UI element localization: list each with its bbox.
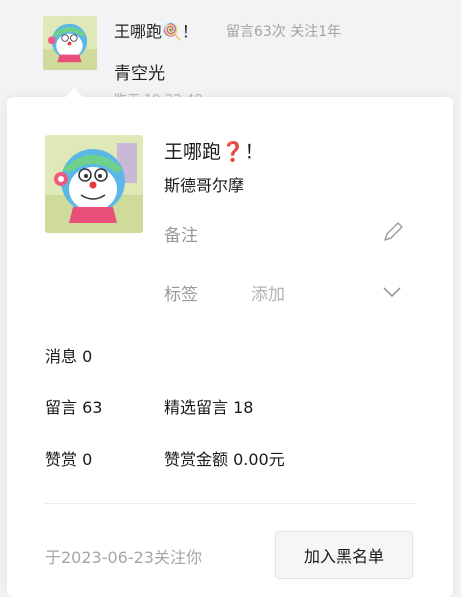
stat-featured-comments: 精选留言 18 — [164, 398, 254, 417]
remark-label: 备注 — [164, 226, 198, 246]
commenter-meta: 留言63次 关注1年 — [226, 24, 342, 40]
pencil-icon[interactable] — [382, 221, 404, 243]
user-avatar — [45, 135, 143, 233]
commenter-nickname: 王哪跑🍭！ — [114, 22, 198, 41]
commenter-avatar[interactable] — [43, 16, 97, 70]
comment-content: 青空光 — [114, 64, 165, 84]
user-profile-popup: 王哪跑❓！ 斯德哥尔摩 备注 标签 添加 消息 0 留言 63 精选留言 18 … — [7, 88, 453, 597]
divider — [44, 503, 416, 504]
follow-since-text: 于2023-06-23关注你 — [45, 548, 202, 567]
add-to-blacklist-button[interactable]: 加入黑名单 — [275, 531, 413, 579]
chevron-down-icon[interactable] — [381, 281, 403, 303]
avatar-image — [45, 135, 143, 233]
stat-comments: 留言 63 — [45, 398, 103, 417]
stat-reward-amount: 赞赏金额 0.00元 — [164, 450, 285, 469]
tag-add-link[interactable]: 添加 — [251, 280, 285, 305]
tag-label: 标签 — [164, 285, 198, 305]
stat-messages: 消息 0 — [45, 347, 93, 366]
popup-arrow — [65, 88, 83, 97]
avatar-image — [43, 16, 97, 70]
user-nickname: 王哪跑❓！ — [164, 141, 264, 163]
stat-rewards: 赞赏 0 — [45, 450, 93, 469]
user-region: 斯德哥尔摩 — [164, 176, 245, 195]
